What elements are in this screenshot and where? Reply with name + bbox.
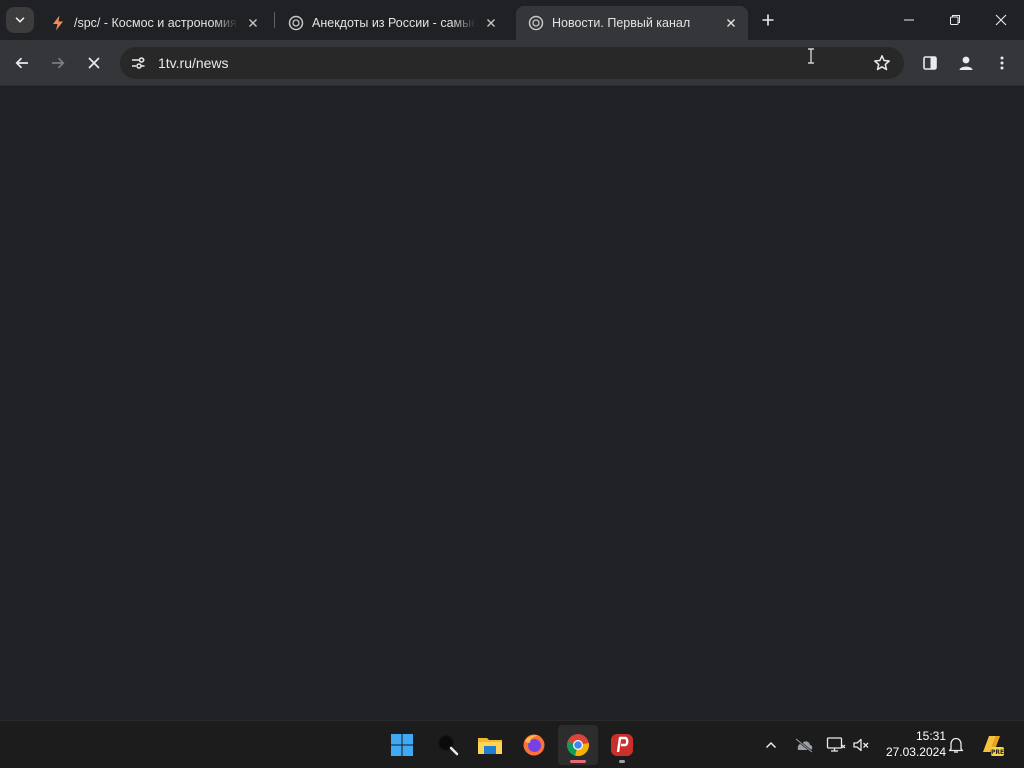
arrow-left-icon — [15, 57, 28, 69]
network-icon[interactable] — [824, 733, 848, 757]
chrome-button[interactable] — [558, 725, 598, 765]
tab-close-button[interactable] — [482, 14, 500, 32]
tab-title: Анекдоты из России - самые с — [312, 16, 476, 30]
close-icon — [487, 19, 495, 27]
minimize-icon — [904, 19, 914, 21]
new-tab-button[interactable] — [756, 8, 780, 32]
tab-close-button[interactable] — [244, 14, 262, 32]
chevron-down-icon — [15, 17, 25, 23]
restore-icon — [950, 15, 960, 25]
clock-time: 15:31 — [915, 729, 946, 743]
profile-button[interactable] — [952, 49, 980, 77]
psiphon-icon — [611, 734, 633, 756]
lightning-icon — [50, 15, 66, 31]
firefox-button[interactable] — [514, 725, 554, 765]
file-explorer-button[interactable] — [470, 725, 510, 765]
start-button[interactable] — [382, 725, 422, 765]
close-window-button[interactable] — [978, 0, 1024, 40]
tab-title: Новости. Первый канал — [552, 16, 691, 30]
search-button[interactable] — [428, 725, 468, 765]
forward-button[interactable] — [44, 49, 72, 77]
side-panel-button[interactable] — [916, 49, 944, 77]
stop-loading-button[interactable] — [80, 49, 108, 77]
svg-text:PRE: PRE — [991, 749, 1004, 756]
tab-separator — [274, 12, 275, 28]
windows-logo-icon — [391, 734, 413, 756]
tab-search-button[interactable] — [6, 7, 34, 33]
tab-close-button[interactable] — [722, 14, 740, 32]
search-icon — [438, 735, 459, 756]
windows-taskbar: 15:31 27.03.2024 PRE — [0, 720, 1024, 768]
psiphon-button[interactable] — [602, 725, 642, 765]
arrow-right-icon — [52, 57, 65, 69]
close-icon — [249, 19, 257, 27]
globe-icon — [288, 15, 304, 31]
tab-anekdoty[interactable]: Анекдоты из России - самые с — [276, 6, 508, 40]
text-cursor-icon — [808, 48, 814, 64]
close-icon — [88, 57, 100, 69]
tray-overflow-button[interactable] — [759, 733, 783, 757]
page-content — [0, 87, 1024, 720]
onedrive-icon[interactable] — [792, 733, 816, 757]
menu-button[interactable] — [988, 49, 1016, 77]
system-clock[interactable]: 15:31 27.03.2024 — [876, 728, 946, 760]
firefox-icon — [523, 734, 545, 756]
close-icon — [727, 19, 735, 27]
folder-icon — [478, 738, 502, 754]
tab-strip: /spc/ - Космос и астрономия Анекдоты из … — [0, 0, 1024, 40]
active-app-indicator — [570, 760, 586, 763]
restore-button[interactable] — [932, 0, 978, 40]
browser-toolbar: 1tv.ru/news — [0, 40, 1024, 86]
clock-date: 27.03.2024 — [885, 745, 946, 759]
site-settings-icon[interactable] — [122, 47, 154, 79]
tab-title: /spc/ - Космос и астрономия — [74, 16, 237, 30]
notifications-bell-icon[interactable] — [944, 733, 968, 757]
running-app-indicator — [619, 760, 625, 763]
kebab-menu-icon — [1000, 56, 1004, 70]
tab-1tv-news[interactable]: Новости. Первый канал — [516, 6, 748, 40]
globe-icon — [528, 15, 544, 31]
copilot-preview-icon[interactable]: PRE — [978, 731, 1006, 759]
back-button[interactable] — [8, 49, 36, 77]
bookmark-star-icon[interactable] — [872, 53, 892, 73]
url-text[interactable]: 1tv.ru/news — [158, 55, 229, 71]
chevron-up-icon — [765, 741, 777, 749]
address-bar[interactable]: 1tv.ru/news — [120, 47, 904, 79]
person-icon — [959, 56, 973, 70]
side-panel-icon — [923, 56, 937, 70]
tab-spc[interactable]: /spc/ - Космос и астрономия — [38, 6, 270, 40]
minimize-button[interactable] — [886, 0, 932, 40]
volume-muted-icon[interactable] — [849, 733, 873, 757]
chrome-icon — [566, 734, 589, 757]
close-icon — [995, 14, 1007, 26]
plus-icon — [762, 14, 774, 26]
